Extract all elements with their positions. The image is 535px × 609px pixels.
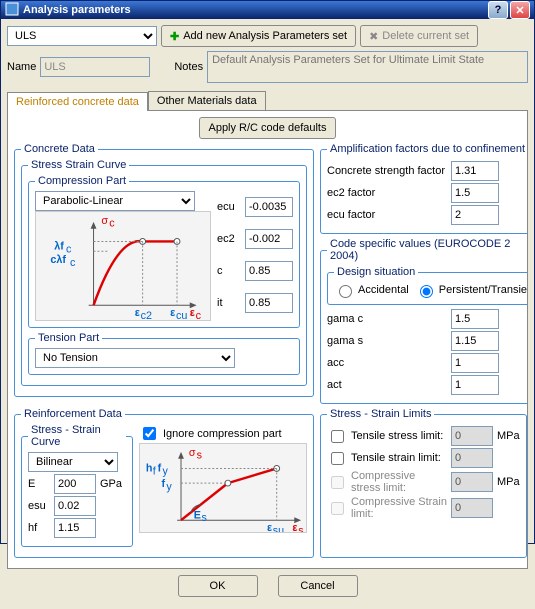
- svg-text:s: s: [197, 450, 202, 462]
- svg-text:c: c: [196, 310, 202, 320]
- reinf-curve-plot: σs hffy: [139, 443, 307, 533]
- svg-text:h: h: [146, 462, 153, 474]
- name-field: [40, 57, 150, 77]
- code-values-group: Code specific values (EUROCODE 2 2004) D…: [320, 238, 528, 404]
- help-button[interactable]: ?: [488, 1, 508, 19]
- svg-text:c: c: [109, 218, 115, 230]
- persistent-radio[interactable]: Persistent/Transient: [415, 282, 528, 298]
- app-icon: [5, 2, 19, 19]
- hf-input[interactable]: [54, 518, 96, 538]
- delete-set-button: ✖ Delete current set: [360, 25, 478, 47]
- gama-c-input[interactable]: [451, 309, 499, 329]
- svg-text:ε: ε: [190, 307, 195, 319]
- compression-model-select[interactable]: Parabolic-Linear: [35, 191, 195, 211]
- cancel-button[interactable]: Cancel: [278, 575, 358, 597]
- close-button[interactable]: ✕: [510, 1, 530, 19]
- gama-s-input[interactable]: [451, 331, 499, 351]
- plus-icon: ✚: [170, 30, 179, 43]
- svg-text:ε: ε: [135, 307, 140, 319]
- ec2-input[interactable]: [245, 229, 293, 249]
- svg-text:su: su: [273, 525, 284, 532]
- svg-text:s: s: [298, 525, 303, 532]
- ec2-factor-input[interactable]: [451, 183, 499, 203]
- esu-input[interactable]: [54, 496, 96, 516]
- notes-field: [207, 51, 528, 83]
- tensile-stress-checkbox[interactable]: Tensile stress limit:: [327, 427, 447, 446]
- tension-model-select[interactable]: No Tension: [35, 348, 235, 368]
- tab-other-materials[interactable]: Other Materials data: [148, 91, 266, 110]
- compressive-strain-input: [451, 498, 493, 518]
- svg-text:cu: cu: [176, 310, 187, 320]
- ecu-factor-input[interactable]: [451, 205, 499, 225]
- stress-strain-curve-group: Stress Strain Curve Compression Part Par…: [21, 159, 307, 386]
- tensile-stress-input: [451, 426, 493, 446]
- svg-text:ε: ε: [292, 522, 297, 532]
- ignore-compression-checkbox[interactable]: Ignore compression part: [139, 424, 307, 443]
- svg-text:y: y: [162, 465, 168, 477]
- svg-text:y: y: [166, 481, 172, 493]
- svg-text:λf: λf: [54, 240, 64, 252]
- reinf-ssc-group: Stress - Strain Curve Bilinear EGPa esu …: [21, 424, 133, 547]
- parameter-set-select[interactable]: ULS: [7, 26, 157, 46]
- svg-text:ε: ε: [267, 522, 272, 532]
- amplification-group: Amplification factors due to confinement…: [320, 143, 528, 234]
- ecu-input[interactable]: [245, 197, 293, 217]
- design-situation-group: Design situation Accidental Persistent/T…: [327, 266, 528, 305]
- concrete-strength-factor-input[interactable]: [451, 161, 499, 181]
- svg-text:c2: c2: [141, 310, 152, 320]
- svg-text:σ: σ: [189, 447, 196, 459]
- c-input[interactable]: [245, 261, 293, 281]
- svg-text:cλf: cλf: [50, 254, 66, 266]
- stress-strain-limits-group: Stress - Strain Limits Tensile stress li…: [320, 408, 527, 558]
- delete-icon: ✖: [369, 30, 378, 43]
- tab-reinforced-concrete[interactable]: Reinforced concrete data: [7, 92, 148, 111]
- apply-defaults-button[interactable]: Apply R/C code defaults: [199, 117, 335, 139]
- concrete-data-group: Concrete Data Stress Strain Curve Compre…: [14, 143, 314, 397]
- ok-button[interactable]: OK: [178, 575, 258, 597]
- tensile-strain-input: [451, 448, 493, 468]
- compression-curve-plot: σc: [35, 211, 211, 321]
- svg-text:c: c: [70, 257, 76, 269]
- tension-part-group: Tension Part No Tension: [28, 332, 300, 375]
- svg-text:ε: ε: [170, 307, 175, 319]
- accidental-radio[interactable]: Accidental: [334, 282, 409, 298]
- svg-text:s: s: [202, 512, 207, 524]
- compressive-stress-input: [451, 472, 493, 492]
- svg-text:σ: σ: [101, 215, 108, 227]
- tensile-strain-checkbox[interactable]: Tensile strain limit:: [327, 449, 447, 468]
- E-input[interactable]: [54, 474, 96, 494]
- compressive-strain-checkbox: Compressive Strain limit:: [327, 496, 447, 520]
- name-label: Name: [7, 61, 36, 73]
- svg-text:E: E: [194, 509, 201, 521]
- compressive-stress-checkbox: Compressive stress limit:: [327, 470, 447, 494]
- reinf-model-select[interactable]: Bilinear: [28, 452, 118, 472]
- svg-text:f: f: [158, 462, 162, 474]
- notes-label: Notes: [174, 61, 203, 73]
- svg-text:f: f: [161, 478, 165, 490]
- svg-text:f: f: [153, 465, 156, 477]
- reinforcement-group: Reinforcement Data Stress - Strain Curve…: [14, 408, 314, 558]
- svg-text:c: c: [66, 243, 72, 255]
- add-set-button[interactable]: ✚ Add new Analysis Parameters set: [161, 25, 356, 47]
- act-input[interactable]: [451, 375, 499, 395]
- acc-input[interactable]: [451, 353, 499, 373]
- it-input[interactable]: [245, 293, 293, 313]
- compression-part-group: Compression Part Parabolic-Linear σc: [28, 175, 300, 328]
- window-title: Analysis parameters: [23, 4, 486, 16]
